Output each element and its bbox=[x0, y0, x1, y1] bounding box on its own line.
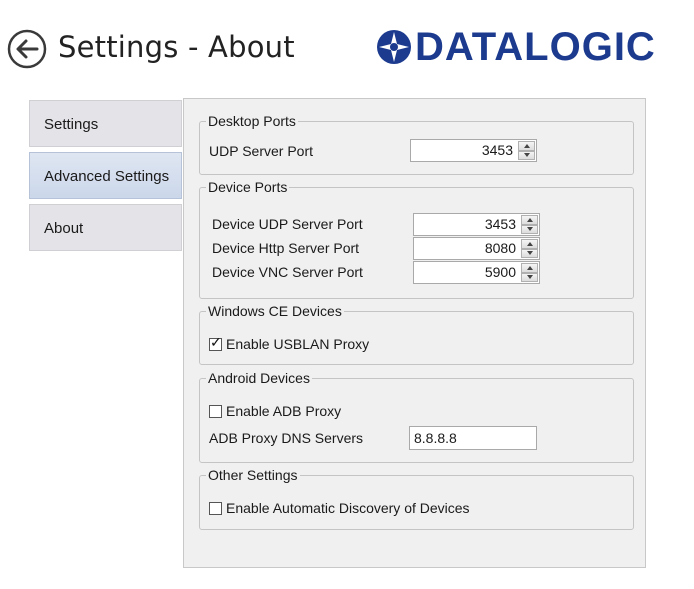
settings-panel: Desktop Ports UDP Server Port 3453 Devic… bbox=[183, 98, 646, 568]
device-vnc-port-spinner bbox=[521, 263, 538, 282]
usblan-proxy-checkbox[interactable]: ✓ bbox=[209, 334, 222, 351]
spin-down-button[interactable] bbox=[521, 224, 538, 234]
usblan-proxy-checkbox-row[interactable]: ✓ Enable USBLAN Proxy bbox=[209, 334, 370, 352]
spin-up-button[interactable] bbox=[521, 215, 538, 225]
back-button[interactable] bbox=[7, 29, 47, 69]
device-udp-port-value: 3453 bbox=[484, 216, 516, 232]
spin-up-button[interactable] bbox=[521, 263, 538, 273]
spin-down-button[interactable] bbox=[521, 248, 538, 258]
auto-discovery-label: Enable Automatic Discovery of Devices bbox=[226, 500, 470, 516]
adb-proxy-checkbox-row[interactable]: Enable ADB Proxy bbox=[209, 403, 341, 419]
page-title: Settings - About bbox=[58, 30, 295, 64]
udp-server-port-spinbox[interactable]: 3453 bbox=[410, 139, 537, 162]
header: Settings - About DATALOGIC bbox=[0, 0, 694, 95]
tab-about[interactable]: About bbox=[29, 204, 182, 251]
arrow-up-icon bbox=[523, 143, 530, 148]
device-vnc-port-label: Device VNC Server Port bbox=[212, 264, 363, 280]
windows-ce-group: Windows CE Devices ✓ Enable USBLAN Proxy bbox=[199, 303, 634, 365]
desktop-ports-title: Desktop Ports bbox=[206, 113, 298, 129]
adb-proxy-label: Enable ADB Proxy bbox=[226, 403, 342, 419]
device-vnc-port-spinbox[interactable]: 5900 bbox=[413, 261, 540, 284]
device-udp-port-label: Device UDP Server Port bbox=[212, 216, 363, 232]
spin-up-button[interactable] bbox=[518, 141, 535, 151]
device-vnc-port-value: 5900 bbox=[484, 264, 516, 280]
arrow-down-icon bbox=[526, 275, 533, 280]
arrow-up-icon bbox=[526, 217, 533, 222]
arrow-down-icon bbox=[526, 251, 533, 256]
android-devices-title: Android Devices bbox=[206, 370, 312, 386]
auto-discovery-checkbox[interactable] bbox=[209, 501, 222, 515]
other-settings-group: Other Settings Enable Automatic Discover… bbox=[199, 467, 634, 530]
android-devices-group: Android Devices Enable ADB Proxy ADB Pro… bbox=[199, 370, 634, 463]
arrow-down-icon bbox=[526, 227, 533, 232]
arrow-up-icon bbox=[526, 265, 533, 270]
spin-up-button[interactable] bbox=[521, 239, 538, 249]
tab-settings[interactable]: Settings bbox=[29, 100, 182, 147]
adb-dns-label: ADB Proxy DNS Servers bbox=[209, 430, 364, 446]
arrow-up-icon bbox=[526, 241, 533, 246]
logo-text: DATALOGIC bbox=[415, 25, 656, 69]
device-http-port-spinbox[interactable]: 8080 bbox=[413, 237, 540, 260]
datalogic-logo: DATALOGIC bbox=[376, 27, 656, 67]
device-ports-title: Device Ports bbox=[206, 179, 290, 195]
adb-proxy-checkbox[interactable] bbox=[209, 404, 222, 418]
desktop-ports-group: Desktop Ports UDP Server Port 3453 bbox=[199, 113, 634, 175]
checkmark-icon: ✓ bbox=[210, 333, 222, 350]
device-http-port-spinner bbox=[521, 239, 538, 258]
windows-ce-title: Windows CE Devices bbox=[206, 303, 344, 319]
auto-discovery-checkbox-row[interactable]: Enable Automatic Discovery of Devices bbox=[209, 500, 470, 516]
udp-server-port-spinner bbox=[518, 141, 535, 160]
tab-advanced-settings[interactable]: Advanced Settings bbox=[29, 152, 182, 199]
device-http-port-label: Device Http Server Port bbox=[212, 240, 360, 256]
device-udp-port-spinner bbox=[521, 215, 538, 234]
datalogic-logo-icon bbox=[377, 30, 411, 64]
spin-down-button[interactable] bbox=[518, 150, 535, 160]
device-ports-group: Device Ports Device UDP Server Port 3453… bbox=[199, 179, 634, 299]
adb-dns-input[interactable]: 8.8.8.8 bbox=[409, 426, 537, 450]
udp-server-port-label: UDP Server Port bbox=[209, 143, 313, 159]
device-http-port-value: 8080 bbox=[484, 240, 516, 256]
back-arrow-icon bbox=[7, 29, 47, 69]
arrow-down-icon bbox=[523, 153, 530, 158]
spin-down-button[interactable] bbox=[521, 272, 538, 282]
device-udp-port-spinbox[interactable]: 3453 bbox=[413, 213, 540, 236]
other-settings-title: Other Settings bbox=[206, 467, 300, 483]
udp-server-port-value: 3453 bbox=[481, 142, 513, 158]
usblan-proxy-label: Enable USBLAN Proxy bbox=[226, 336, 370, 352]
